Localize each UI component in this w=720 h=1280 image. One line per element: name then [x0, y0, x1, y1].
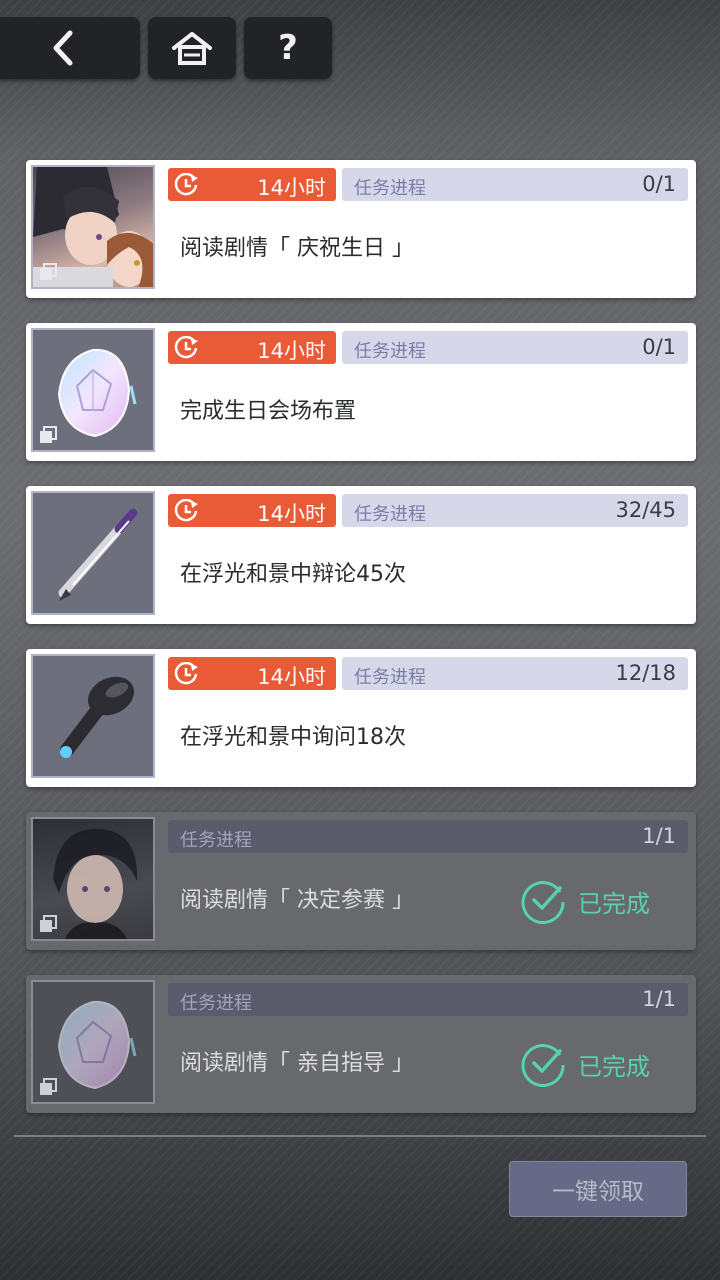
progress-label: 任务进程 — [354, 504, 426, 525]
task-card: 14小时 任务进程 32/45 在浮光和景中辩论45次 — [26, 486, 696, 624]
timer-text: 14小时 — [257, 502, 326, 526]
back-button[interactable] — [0, 17, 140, 79]
progress-label: 任务进程 — [354, 667, 426, 688]
clock-icon — [174, 662, 198, 685]
progress-label: 任务进程 — [354, 341, 426, 362]
timer-text: 14小时 — [257, 176, 326, 200]
task-thumbnail[interactable] — [31, 817, 155, 941]
task-description: 完成生日会场布置 — [180, 399, 357, 424]
progress-label: 任务进程 — [354, 178, 426, 199]
task-thumbnail[interactable] — [31, 654, 155, 778]
task-card: 14小时 任务进程 0/1 阅读剧情「 庆祝生日 」 — [26, 160, 696, 298]
claim-all-button[interactable]: 一键领取 — [509, 1161, 687, 1217]
task-description: 阅读剧情「 亲自指导 」 — [180, 1051, 414, 1076]
timer-text: 14小时 — [257, 339, 326, 363]
home-icon — [172, 32, 212, 65]
chevron-left-icon — [53, 30, 73, 66]
progress-value: 0/1 — [642, 335, 676, 359]
check-circle-icon — [521, 881, 565, 924]
timer-badge: 14小时 — [168, 168, 336, 201]
task-description: 在浮光和景中询问18次 — [180, 725, 406, 750]
task-description: 在浮光和景中辩论45次 — [180, 562, 406, 587]
footer-divider — [14, 1135, 706, 1137]
timer-text: 14小时 — [257, 665, 326, 689]
completed-text: 已完成 — [578, 890, 650, 918]
stack-icon — [40, 263, 57, 280]
timer-badge: 14小时 — [168, 657, 336, 690]
completed-badge: 已完成 — [520, 876, 680, 924]
stack-icon — [40, 915, 57, 932]
progress-value: 1/1 — [642, 824, 676, 848]
progress-value: 0/1 — [642, 172, 676, 196]
clock-icon — [174, 499, 198, 522]
task-progress-bar: 任务进程 12/18 — [342, 657, 688, 690]
task-progress-bar: 任务进程 1/1 — [168, 983, 688, 1016]
stack-icon — [40, 426, 57, 443]
help-label: ? — [278, 28, 298, 68]
clock-icon — [174, 336, 198, 359]
clock-icon — [174, 173, 198, 196]
task-thumbnail[interactable] — [31, 980, 155, 1104]
completed-text: 已完成 — [578, 1053, 650, 1081]
progress-label: 任务进程 — [180, 830, 252, 851]
task-card: 14小时 任务进程 0/1 完成生日会场布置 — [26, 323, 696, 461]
home-button[interactable] — [148, 17, 236, 79]
task-card: 14小时 任务进程 12/18 在浮光和景中询问18次 — [26, 649, 696, 787]
task-thumbnail[interactable] — [31, 328, 155, 452]
stack-icon — [40, 1078, 57, 1095]
task-progress-bar: 任务进程 0/1 — [342, 168, 688, 201]
task-thumbnail[interactable] — [31, 491, 155, 615]
progress-value: 32/45 — [615, 498, 676, 522]
task-card-completed: 任务进程 1/1 阅读剧情「 亲自指导 」 已完成 — [26, 975, 696, 1113]
task-progress-bar: 任务进程 32/45 — [342, 494, 688, 527]
progress-value: 12/18 — [615, 661, 676, 685]
progress-value: 1/1 — [642, 987, 676, 1011]
completed-badge: 已完成 — [520, 1039, 680, 1087]
task-description: 阅读剧情「 庆祝生日 」 — [180, 236, 414, 261]
progress-label: 任务进程 — [180, 993, 252, 1014]
timer-badge: 14小时 — [168, 494, 336, 527]
task-progress-bar: 任务进程 0/1 — [342, 331, 688, 364]
help-button[interactable]: ? — [244, 17, 332, 79]
timer-badge: 14小时 — [168, 331, 336, 364]
task-description: 阅读剧情「 决定参赛 」 — [180, 888, 414, 913]
pen-icon — [58, 508, 138, 601]
earphone-icon — [60, 676, 135, 758]
task-card-completed: 任务进程 1/1 阅读剧情「 决定参赛 」 已完成 — [26, 812, 696, 950]
task-progress-bar: 任务进程 1/1 — [168, 820, 688, 853]
check-circle-icon — [521, 1044, 565, 1087]
task-thumbnail[interactable] — [31, 165, 155, 289]
